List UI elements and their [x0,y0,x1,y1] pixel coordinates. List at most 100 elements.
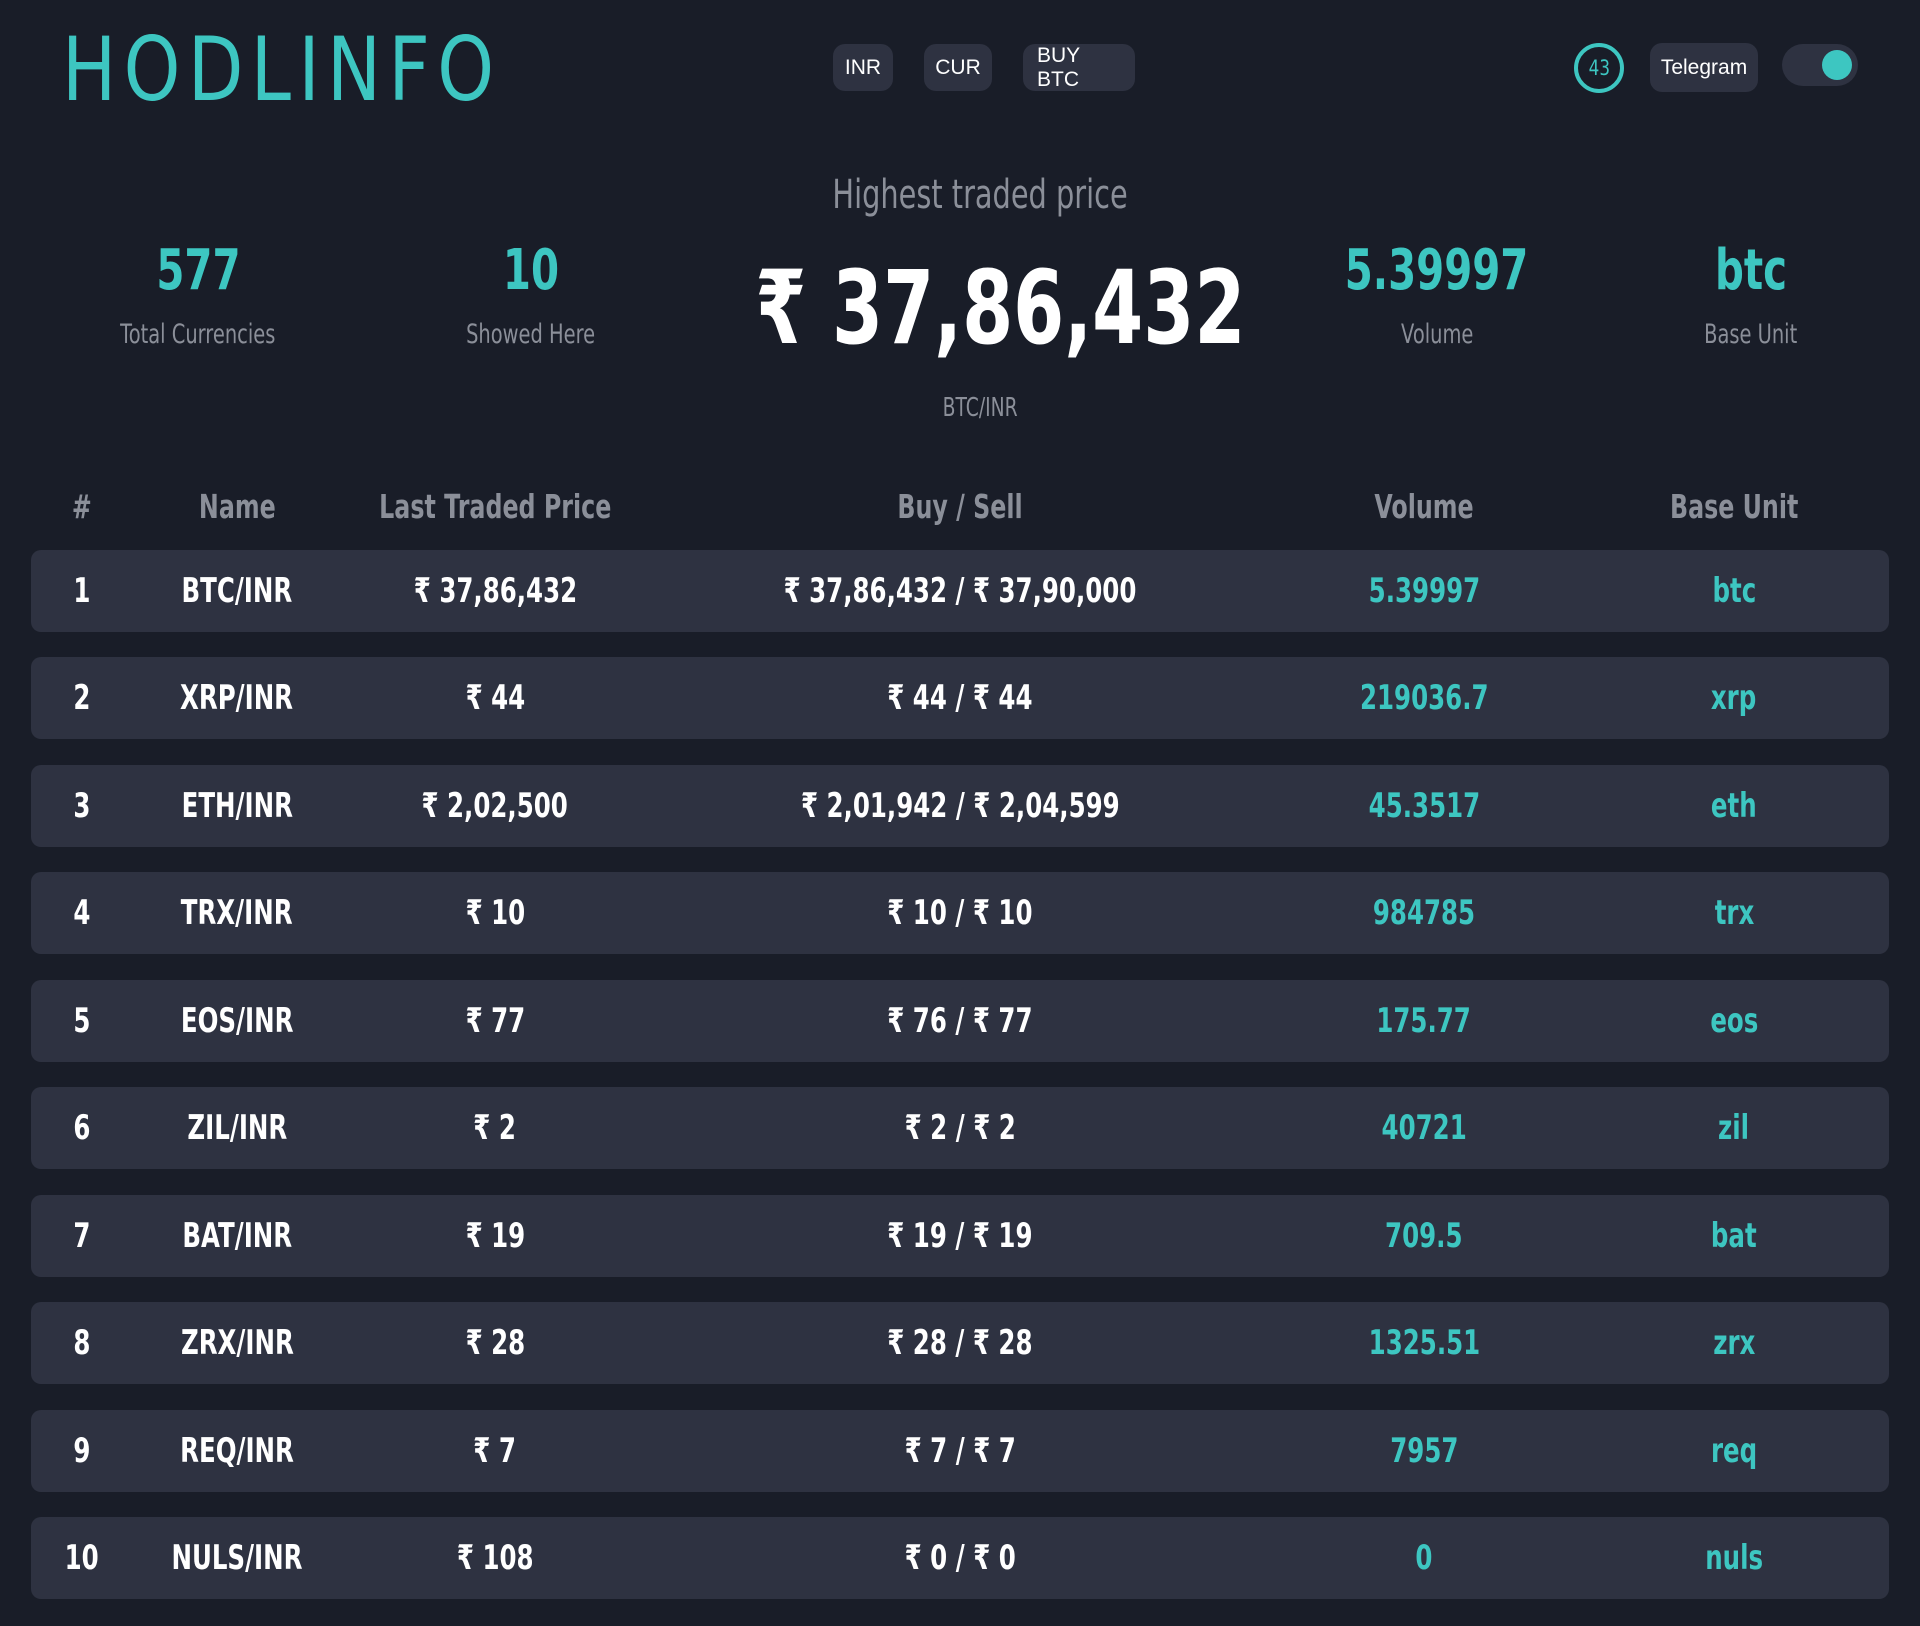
cell-base-unit: eos [1634,980,1834,1062]
hero-title-text: Highest traded price [832,172,1128,218]
cell-number: 7 [42,1195,122,1277]
cell-base-unit-text: btc [1712,571,1756,611]
cell-name: TRX/INR [137,872,337,954]
cell-last-price: ₹ 77 [345,980,645,1062]
cell-base-unit-text: bat [1711,1216,1757,1256]
cell-last-price-text: ₹ 108 [456,1538,534,1578]
cell-name: ZIL/INR [137,1087,337,1169]
stat-total-currencies-value: 577 [155,238,241,303]
hero-title: Highest traded price [660,172,1300,218]
cell-base-unit-text: nuls [1705,1538,1763,1578]
cell-buy-sell-text: ₹ 2,01,942 / ₹ 2,04,599 [800,786,1120,826]
cell-buy-sell: ₹ 37,86,432 / ₹ 37,90,000 [740,550,1180,632]
cell-number: 3 [42,765,122,847]
theme-toggle[interactable] [1782,44,1858,86]
cell-name-text: REQ/INR [180,1431,294,1471]
cell-buy-sell: ₹ 10 / ₹ 10 [740,872,1180,954]
cell-number-text: 7 [73,1216,91,1256]
cell-buy-sell: ₹ 2,01,942 / ₹ 2,04,599 [740,765,1180,847]
stat-total-currencies-label: Total Currencies [120,319,276,350]
cell-base-unit: xrp [1634,657,1834,739]
currency-select-button[interactable]: INR [833,44,893,91]
cell-last-price: ₹ 2,02,500 [345,765,645,847]
cell-number-text: 4 [73,893,91,933]
table-row[interactable]: 8 ZRX/INR ₹ 28 ₹ 28 / ₹ 28 1325.51 zrx [31,1302,1889,1384]
header-buy-sell-label: Buy / Sell [897,486,1023,526]
cell-buy-sell: ₹ 76 / ₹ 77 [740,980,1180,1062]
cell-volume: 45.3517 [1264,765,1584,847]
table-row[interactable]: 2 XRP/INR ₹ 44 ₹ 44 / ₹ 44 219036.7 xrp [31,657,1889,739]
cell-name-text: TRX/INR [181,893,293,933]
cell-name-text: NULS/INR [171,1538,303,1578]
cell-volume-text: 219036.7 [1359,678,1489,718]
hero-pair-text: BTC/INR [942,393,1018,423]
cell-buy-sell: ₹ 7 / ₹ 7 [740,1410,1180,1492]
cell-last-price-text: ₹ 2 [473,1108,517,1148]
header-base-unit-label: Base Unit [1669,486,1799,526]
table-row[interactable]: 5 EOS/INR ₹ 77 ₹ 76 / ₹ 77 175.77 eos [31,980,1889,1062]
cell-number-text: 6 [73,1108,91,1148]
header-number-label: # [72,486,92,526]
cell-base-unit: zil [1634,1087,1834,1169]
telegram-label: Telegram [1660,55,1748,79]
cell-volume-text: 45.3517 [1368,786,1480,826]
hero-price: ₹ 37,86,432 [660,252,1300,365]
table-row[interactable]: 7 BAT/INR ₹ 19 ₹ 19 / ₹ 19 709.5 bat [31,1195,1889,1277]
cell-name-text: BAT/INR [182,1216,292,1256]
cell-number: 4 [42,872,122,954]
cell-number: 8 [42,1302,122,1384]
cell-base-unit-text: req [1710,1431,1758,1471]
buy-btc-button[interactable]: BUY BTC [1023,44,1135,91]
cell-base-unit-text: zil [1718,1108,1750,1148]
cell-number-text: 8 [73,1323,91,1363]
cell-name-text: BTC/INR [181,571,293,611]
stat-volume-label: Volume [1400,319,1474,350]
cell-name: EOS/INR [137,980,337,1062]
refresh-timer-value: 43 [1588,56,1610,80]
cell-volume-text: 709.5 [1385,1216,1463,1256]
cell-base-unit: eth [1634,765,1834,847]
cell-buy-sell-text: ₹ 10 / ₹ 10 [887,893,1033,933]
table-row[interactable]: 4 TRX/INR ₹ 10 ₹ 10 / ₹ 10 984785 trx [31,872,1889,954]
cell-last-price-text: ₹ 37,86,432 [413,571,577,611]
cell-buy-sell: ₹ 28 / ₹ 28 [740,1302,1180,1384]
cell-number-text: 2 [73,678,91,718]
cell-volume-text: 5.39997 [1368,571,1480,611]
header-base-unit: Base Unit [1634,478,1834,534]
cell-number: 2 [42,657,122,739]
table-row[interactable]: 1 BTC/INR ₹ 37,86,432 ₹ 37,86,432 / ₹ 37… [31,550,1889,632]
cell-name: ETH/INR [137,765,337,847]
cell-name-text: ETH/INR [181,786,293,826]
cell-volume-text: 7957 [1389,1431,1459,1471]
cell-number: 5 [42,980,122,1062]
cell-last-price-text: ₹ 44 [465,678,525,718]
table-row[interactable]: 3 ETH/INR ₹ 2,02,500 ₹ 2,01,942 / ₹ 2,04… [31,765,1889,847]
cell-base-unit-text: eth [1711,786,1757,826]
logo[interactable]: HODLINFO [62,21,501,119]
telegram-button[interactable]: Telegram [1650,43,1758,92]
cell-base-unit: btc [1634,550,1834,632]
cell-number-text: 3 [73,786,91,826]
cell-last-price: ₹ 44 [345,657,645,739]
cell-name-text: EOS/INR [180,1001,294,1041]
hero-price-value: ₹ 37,86,432 [755,249,1246,368]
table-row[interactable]: 9 REQ/INR ₹ 7 ₹ 7 / ₹ 7 7957 req [31,1410,1889,1492]
stat-volume: 5.39997 Volume [1287,238,1587,350]
stat-volume-value: 5.39997 [1345,238,1529,303]
crypto-select-button[interactable]: CUR [924,44,992,91]
cell-base-unit: req [1634,1410,1834,1492]
cell-name-text: ZIL/INR [187,1108,287,1148]
cell-number: 1 [42,550,122,632]
table-row[interactable]: 6 ZIL/INR ₹ 2 ₹ 2 / ₹ 2 40721 zil [31,1087,1889,1169]
table-row[interactable]: 10 NULS/INR ₹ 108 ₹ 0 / ₹ 0 0 nuls [31,1517,1889,1599]
header-last-traded-price-label: Last Traded Price [378,486,612,526]
cell-last-price: ₹ 108 [345,1517,645,1599]
cell-last-price-text: ₹ 2,02,500 [421,786,569,826]
cell-number: 10 [42,1517,122,1599]
cell-buy-sell-text: ₹ 28 / ₹ 28 [887,1323,1033,1363]
cell-name-text: ZRX/INR [180,1323,294,1363]
header-last-traded-price: Last Traded Price [345,478,645,534]
refresh-timer: 43 [1574,43,1624,93]
cell-volume: 5.39997 [1264,550,1584,632]
cell-name: ZRX/INR [137,1302,337,1384]
